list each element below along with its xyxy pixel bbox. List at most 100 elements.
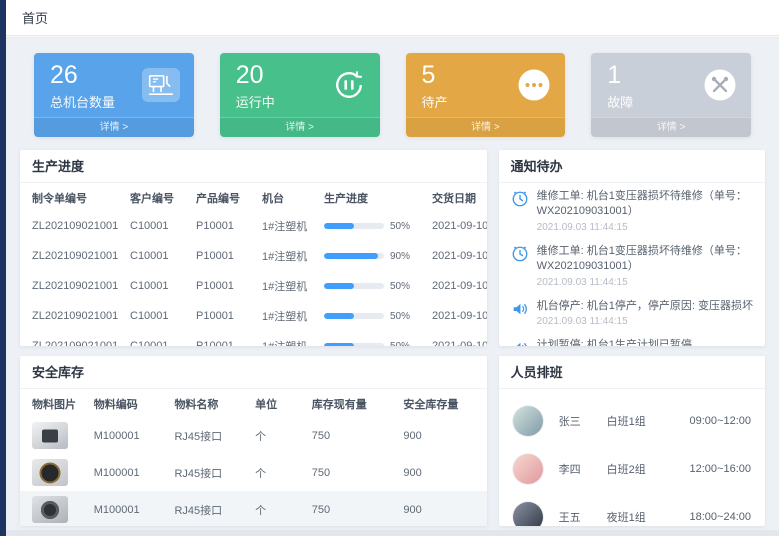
column-header-order-no: 制令单编号: [20, 183, 126, 211]
inventory-table-row: M100001 RJ45接口 个 750 900: [20, 491, 487, 526]
staff-name: 李四: [559, 461, 607, 477]
clock-icon: [511, 190, 529, 208]
staff-name: 王五: [559, 509, 607, 525]
stat-card-info: 1 故障: [607, 62, 633, 111]
cell-product-no: P10001: [192, 241, 258, 271]
fault-detail-link[interactable]: 详情 >: [591, 117, 751, 137]
progress-percent-label: 50%: [390, 281, 410, 292]
cell-delivery-date: 2021-09-10: [428, 271, 487, 301]
production-panel-body: 制令单编号 客户编号 产品编号 机台 生产进度 交货日期 ZL202109021…: [20, 183, 487, 346]
standby-value: 5: [422, 62, 448, 90]
stat-cards: 26 总机台数量 详情 >: [20, 51, 765, 137]
cell-unit: 个: [251, 417, 308, 454]
column-header-unit: 单位: [251, 389, 308, 417]
progress-bar-fill: [324, 253, 378, 259]
cell-safety-qty: 900: [399, 454, 486, 491]
cell-material-image: [20, 491, 90, 526]
tab-home[interactable]: 首页: [22, 8, 48, 27]
cell-product-no: P10001: [192, 301, 258, 331]
progress-percent-label: 50%: [390, 341, 410, 347]
cell-order-no: ZL202109021001: [20, 241, 126, 271]
cell-on-hand-qty: 750: [308, 491, 400, 526]
production-progress-panel: 生产进度 制令单编号 客户编号 产品编号 机台 生产进度 交货日期: [20, 150, 487, 346]
staff-schedule-panel-title: 人员排班: [499, 356, 765, 389]
ellipsis-icon: [517, 68, 551, 102]
notification-item[interactable]: 维修工单: 机台1变压器损坏待维修（单号：WX202109031001） 202…: [511, 244, 753, 288]
material-photo: [32, 459, 68, 486]
staff-schedule-list: 张三 白班1组 09:00~12:00 李四 白班2组 12:00~16:00: [499, 389, 765, 526]
stat-card-fault[interactable]: 1 故障 详情 >: [591, 53, 751, 137]
cell-progress: 50%: [320, 301, 428, 331]
notification-item[interactable]: 计划暂停: 机台1生产计划已暂停 2021.09.03 11:44:15: [511, 338, 753, 346]
column-header-progress: 生产进度: [320, 183, 428, 211]
speaker-icon: [511, 300, 529, 318]
stat-card-info: 5 待产: [422, 62, 448, 111]
staff-avatar: [513, 454, 543, 484]
cell-delivery-date: 2021-09-10: [428, 241, 487, 271]
cell-material-image: [20, 454, 90, 491]
production-table: 制令单编号 客户编号 产品编号 机台 生产进度 交货日期 ZL202109021…: [20, 183, 487, 346]
column-header-product-no: 产品编号: [192, 183, 258, 211]
cell-on-hand-qty: 750: [308, 417, 400, 454]
cell-material-name: RJ45接口: [170, 417, 251, 454]
safety-stock-table: 物料图片 物料编码 物料名称 单位 库存现有量 安全库存量: [20, 389, 487, 526]
cell-machine: 1#注塑机: [258, 271, 320, 301]
stat-card-running[interactable]: 20 运行中 详情 >: [220, 53, 380, 137]
column-header-machine: 机台: [258, 183, 320, 211]
cell-customer-no: C10001: [126, 331, 192, 346]
column-header-safety-qty: 安全库存量: [399, 389, 486, 417]
speaker-icon: [511, 339, 529, 346]
progress-bar: [324, 283, 384, 289]
running-value: 20: [236, 62, 275, 90]
bottom-scroll-strip[interactable]: [6, 530, 779, 536]
cell-customer-no: C10001: [126, 301, 192, 331]
notification-timestamp: 2021.09.03 11:44:15: [537, 316, 753, 327]
notification-body: 机台停产: 机台1停产，停产原因: 变压器损坏 2021.09.03 11:44…: [537, 299, 753, 327]
progress-bar-fill: [324, 223, 354, 229]
total-machines-detail-link[interactable]: 详情 >: [34, 117, 194, 137]
column-header-material-code: 物料编码: [90, 389, 171, 417]
panel-row-bottom: 安全库存 物料图片 物料编码 物料名称 单位 库存现有量 安全库存量: [20, 356, 765, 526]
notification-item[interactable]: 维修工单: 机台1变压器损坏待维修（单号：WX202109031001） 202…: [511, 189, 753, 233]
running-label: 运行中: [236, 92, 275, 111]
cell-delivery-date: 2021-09-10: [428, 301, 487, 331]
cell-product-no: P10001: [192, 331, 258, 346]
notification-type-icon: [511, 245, 529, 263]
staff-shift-time: 12:00~16:00: [690, 463, 751, 475]
progress-bar-fill: [324, 283, 354, 289]
stat-card-total-machines[interactable]: 26 总机台数量 详情 >: [34, 53, 194, 137]
cell-machine: 1#注塑机: [258, 241, 320, 271]
notification-text: 机台停产: 机台1停产，停产原因: 变压器损坏: [537, 299, 753, 314]
standby-detail-link[interactable]: 详情 >: [406, 117, 566, 137]
stat-card-body: 1 故障: [591, 53, 751, 111]
production-header-row: 制令单编号 客户编号 产品编号 机台 生产进度 交货日期: [20, 183, 487, 211]
cell-material-name: RJ45接口: [170, 454, 251, 491]
cell-on-hand-qty: 750: [308, 454, 400, 491]
stat-card-standby[interactable]: 5 待产 详情 >: [406, 53, 566, 137]
notification-body: 计划暂停: 机台1生产计划已暂停 2021.09.03 11:44:15: [537, 338, 692, 346]
progress-percent-label: 90%: [390, 251, 410, 262]
clock-icon: [511, 245, 529, 263]
staff-shift: 夜班1组: [607, 509, 677, 525]
notification-item[interactable]: 机台停产: 机台1停产，停产原因: 变压器损坏 2021.09.03 11:44…: [511, 299, 753, 327]
safety-stock-panel-body: 物料图片 物料编码 物料名称 单位 库存现有量 安全库存量: [20, 389, 487, 526]
material-photo: [32, 496, 68, 523]
notification-type-icon: [511, 300, 529, 318]
cell-unit: 个: [251, 491, 308, 526]
notification-type-icon: [511, 339, 529, 346]
notification-timestamp: 2021.09.03 11:44:15: [537, 222, 753, 233]
running-icon: [332, 68, 366, 102]
safety-stock-panel-title: 安全库存: [20, 356, 487, 389]
cell-order-no: ZL202109021001: [20, 301, 126, 331]
standby-label: 待产: [422, 92, 448, 111]
cell-customer-no: C10001: [126, 241, 192, 271]
cell-progress: 50%: [320, 331, 428, 346]
column-header-material-image: 物料图片: [20, 389, 90, 417]
notification-type-icon: [511, 190, 529, 208]
stat-card-info: 26 总机台数量: [50, 62, 115, 111]
cell-material-name: RJ45接口: [170, 491, 251, 526]
running-detail-link[interactable]: 详情 >: [220, 117, 380, 137]
notification-text: 计划暂停: 机台1生产计划已暂停: [537, 338, 692, 346]
progress-percent-label: 50%: [390, 311, 410, 322]
cell-progress: 50%: [320, 271, 428, 301]
